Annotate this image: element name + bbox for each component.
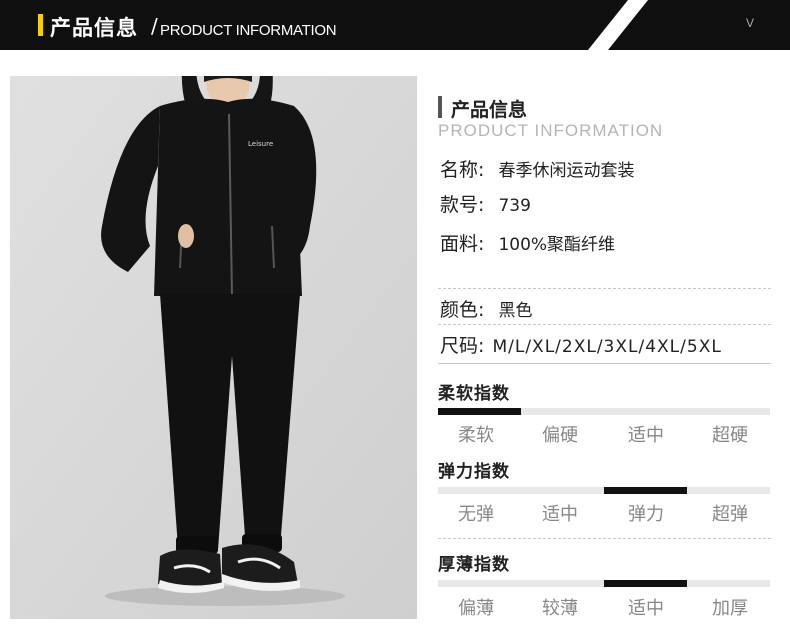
header-corner-mark: V	[746, 16, 755, 30]
info-title-cn: 产品信息	[451, 99, 528, 121]
scale-label: 适中	[628, 598, 664, 619]
divider-dashed	[438, 288, 771, 289]
spec-key: 颜色:	[440, 299, 485, 321]
jacket-logo-text: Leisure	[248, 140, 273, 148]
scale-title-elasticity: 弹力指数	[438, 462, 510, 482]
scale-indicator	[604, 580, 687, 587]
scale-label: 柔软	[458, 425, 494, 446]
divider-dashed	[438, 324, 771, 325]
spec-row-fabric: 面料: 100%聚酯纤维	[440, 229, 615, 256]
scale-track-thickness	[438, 580, 770, 587]
header-diagonal-stripes	[588, 0, 648, 50]
scale-label: 适中	[628, 425, 664, 446]
scale-label: 无弹	[458, 504, 494, 525]
scale-label: 超硬	[712, 425, 748, 446]
scale-track-softness	[438, 408, 770, 415]
spec-value: 100%聚酯纤维	[498, 235, 616, 255]
spec-value: 春季休闲运动套装	[498, 161, 635, 181]
scale-indicator	[604, 487, 687, 494]
scale-track-elasticity	[438, 487, 770, 494]
spec-value: M/L/XL/2XL/3XL/4XL/5XL	[492, 337, 722, 357]
divider-dashed	[438, 538, 771, 539]
spec-key: 面料:	[440, 233, 485, 255]
scale-indicator	[438, 408, 521, 415]
product-photo: Leisure	[10, 76, 417, 619]
scale-label: 超弹	[712, 504, 748, 525]
info-accent-bar	[438, 96, 442, 118]
scale-label: 偏硬	[542, 425, 578, 446]
info-title-en: PRODUCT INFORMATION	[438, 121, 664, 140]
scale-label: 加厚	[712, 598, 748, 619]
spec-value: 黑色	[498, 301, 533, 321]
spec-key: 款号:	[440, 194, 485, 216]
scale-label: 弹力	[628, 504, 664, 525]
spec-key: 名称:	[440, 159, 485, 181]
scale-label: 较薄	[542, 598, 578, 619]
spec-row-style-number: 款号: 739	[440, 190, 531, 217]
spec-row-name: 名称: 春季休闲运动套装	[440, 155, 634, 182]
scale-title-softness: 柔软指数	[438, 384, 510, 404]
spec-value: 739	[498, 196, 531, 216]
scale-label: 适中	[542, 504, 578, 525]
scale-label: 偏薄	[458, 598, 494, 619]
model-illustration: Leisure	[10, 76, 417, 619]
spec-row-size: 尺码: M/L/XL/2XL/3XL/4XL/5XL	[440, 331, 722, 358]
spec-key: 尺码:	[440, 335, 485, 357]
scale-title-thickness: 厚薄指数	[438, 555, 510, 575]
spec-row-color: 颜色: 黑色	[440, 295, 532, 322]
divider-solid	[438, 363, 771, 364]
header-bar: 产品信息 / PRODUCT INFORMATION V	[0, 0, 790, 50]
